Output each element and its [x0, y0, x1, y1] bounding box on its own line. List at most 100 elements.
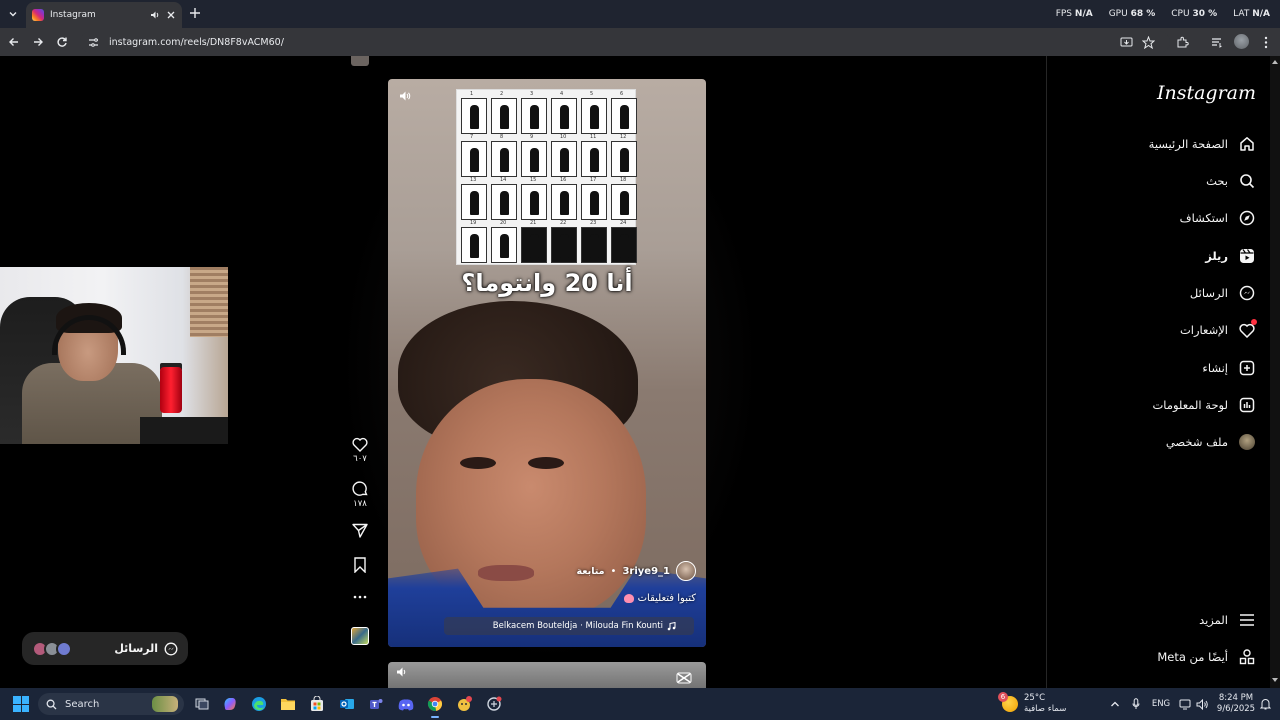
reel-video[interactable]: 1 2 3 4 5 6 7 8 9 10 11 12 13 14 15 16 17 18 19 20 21 22 23 24 …: [388, 79, 706, 647]
sidebar-item-home[interactable]: الصفحة الرئيسية: [1149, 132, 1256, 156]
poster-cell: [551, 227, 577, 263]
network-icon[interactable]: [1178, 697, 1192, 711]
outlook-icon[interactable]: [337, 694, 357, 714]
poster-cell-number: 18: [620, 177, 627, 183]
reload-button[interactable]: [54, 34, 70, 50]
taskbar-search[interactable]: Search: [38, 693, 184, 715]
sidebar-item-explore[interactable]: استكشاف: [1180, 206, 1256, 230]
back-button[interactable]: [6, 34, 22, 50]
share-icon: [352, 523, 368, 538]
browser-tab[interactable]: Instagram: [26, 2, 182, 28]
weather-badge: 6: [998, 692, 1008, 702]
sidebar-item-more[interactable]: المزيد: [1199, 608, 1256, 632]
poster-cell-number: 16: [560, 177, 567, 183]
poster-cell: [581, 184, 607, 220]
perf-lat: LAT N/A: [1233, 9, 1270, 19]
windows-start-icon[interactable]: [13, 696, 29, 712]
browser-menu-icon[interactable]: [1258, 34, 1274, 50]
audio-page-thumbnail[interactable]: [351, 627, 369, 645]
comment-count: ١٧٨: [353, 499, 367, 509]
instagram-favicon-icon: [32, 9, 44, 21]
comment-action[interactable]: ١٧٨: [348, 481, 372, 509]
instagram-logo[interactable]: Instagram: [1157, 82, 1256, 104]
poster-cell: [491, 184, 517, 220]
poster-cell-number: 3: [530, 91, 534, 97]
weather-widget[interactable]: 6 25°C سماء صافية: [998, 692, 1066, 715]
previous-reel-thumbnail[interactable]: [351, 56, 369, 66]
reel-overlay-text: أنا 20 وانتوما؟: [461, 269, 633, 297]
sidebar-item-also-from-meta[interactable]: أيضًا من Meta: [1157, 645, 1256, 669]
extensions-icon[interactable]: [1174, 34, 1190, 50]
tab-list-button[interactable]: [4, 5, 22, 23]
poster-cell-number: 9: [530, 134, 534, 140]
save-action[interactable]: [348, 557, 372, 573]
poster-cell-number: 14: [500, 177, 507, 183]
sidebar-item-create[interactable]: إنشاء: [1202, 356, 1256, 380]
input-language[interactable]: ENG: [1150, 697, 1172, 711]
sidebar-item-reels[interactable]: ريلز: [1205, 244, 1256, 268]
chrome-icon[interactable]: [425, 694, 445, 718]
like-action[interactable]: ٦٠٧: [348, 437, 372, 464]
edge-icon[interactable]: [249, 694, 269, 714]
scroll-down-arrow-icon[interactable]: [1271, 676, 1279, 684]
performance-overlay: FPS N/A GPU 68 % CPU 30 % LAT N/A: [1056, 9, 1270, 19]
author-username[interactable]: 3riye9_1: [622, 566, 670, 577]
follow-button[interactable]: متابعة: [577, 566, 605, 577]
reel-caption[interactable]: كتبوا فتعليقات: [623, 593, 696, 604]
messenger-icon: [164, 642, 178, 655]
sidebar-item-label: ملف شخصي: [1165, 435, 1228, 449]
discord-icon[interactable]: [396, 694, 416, 714]
next-reel-speaker-icon[interactable]: [396, 666, 412, 682]
sidebar-item-dashboard[interactable]: لوحة المعلومات: [1152, 393, 1256, 417]
page-scrollbar[interactable]: [1270, 56, 1280, 688]
share-action[interactable]: [348, 523, 372, 538]
more-options-action[interactable]: [348, 595, 372, 599]
close-tab-icon[interactable]: [166, 10, 176, 20]
forward-button[interactable]: [30, 34, 46, 50]
show-hidden-icons-chevron-icon[interactable]: [1108, 697, 1122, 711]
taskbar-search-placeholder: Search: [65, 698, 100, 710]
volume-icon[interactable]: [1195, 697, 1209, 711]
tab-title: Instagram: [50, 10, 96, 20]
sidebar-item-notifications[interactable]: الإشعارات: [1180, 318, 1257, 342]
notification-dot: [1251, 319, 1257, 325]
weather-text: 25°C سماء صافية: [1024, 693, 1066, 715]
sidebar-item-profile[interactable]: ملف شخصي: [1166, 430, 1256, 454]
new-tab-button[interactable]: [188, 6, 202, 20]
comment-icon: [352, 481, 368, 496]
sidebar-item-search[interactable]: بحث: [1206, 169, 1256, 193]
audio-track-name: Belkacem Bouteldja · Milouda Fin Kounti: [492, 621, 663, 631]
browser-tab-bar: Instagram FPS N/A GPU 68 % CPU 30 % LAT …: [0, 0, 1280, 28]
browser-profile-avatar[interactable]: [1234, 34, 1249, 49]
notification-bell-icon[interactable]: [1258, 697, 1272, 711]
poster-cell: [461, 184, 487, 220]
capcut-logo-icon: [676, 670, 692, 686]
file-explorer-icon[interactable]: [278, 694, 298, 714]
poster-cell-number: 22: [560, 220, 567, 226]
reel-audio-track[interactable]: Belkacem Bouteldja · Milouda Fin Kounti: [444, 617, 694, 635]
store-icon[interactable]: [307, 694, 327, 714]
mute-toggle-button[interactable]: [396, 87, 414, 105]
app-badge-icon[interactable]: [454, 694, 474, 714]
address-bar[interactable]: instagram.com/reels/DN8F8vACM60/: [80, 31, 1170, 53]
poster-cell: [551, 184, 577, 220]
clock-time: 8:24 PM: [1218, 693, 1254, 703]
taskbar-clock[interactable]: 8:24 PM 9/6/2025: [1214, 693, 1258, 715]
sidebar-item-label: استكشاف: [1179, 211, 1228, 225]
bookmark-star-icon[interactable]: [1140, 34, 1156, 50]
microphone-icon[interactable]: [1130, 697, 1142, 711]
next-reel-preview[interactable]: [388, 662, 706, 688]
network-app-icon[interactable]: [484, 694, 504, 714]
install-app-icon[interactable]: [1118, 34, 1134, 50]
tab-audio-icon[interactable]: [150, 10, 160, 20]
copilot-icon[interactable]: [220, 694, 240, 714]
author-avatar[interactable]: [676, 561, 696, 581]
poster-cell-number: 4: [560, 91, 564, 97]
reading-list-icon[interactable]: [1208, 34, 1224, 50]
messages-pill[interactable]: الرسائل: [22, 632, 188, 665]
task-view-icon[interactable]: [192, 694, 212, 714]
scroll-up-arrow-icon[interactable]: [1271, 58, 1279, 66]
poster-cell: [611, 184, 637, 220]
teams-icon[interactable]: [366, 694, 386, 714]
sidebar-item-messages[interactable]: الرسائل: [1190, 281, 1256, 305]
